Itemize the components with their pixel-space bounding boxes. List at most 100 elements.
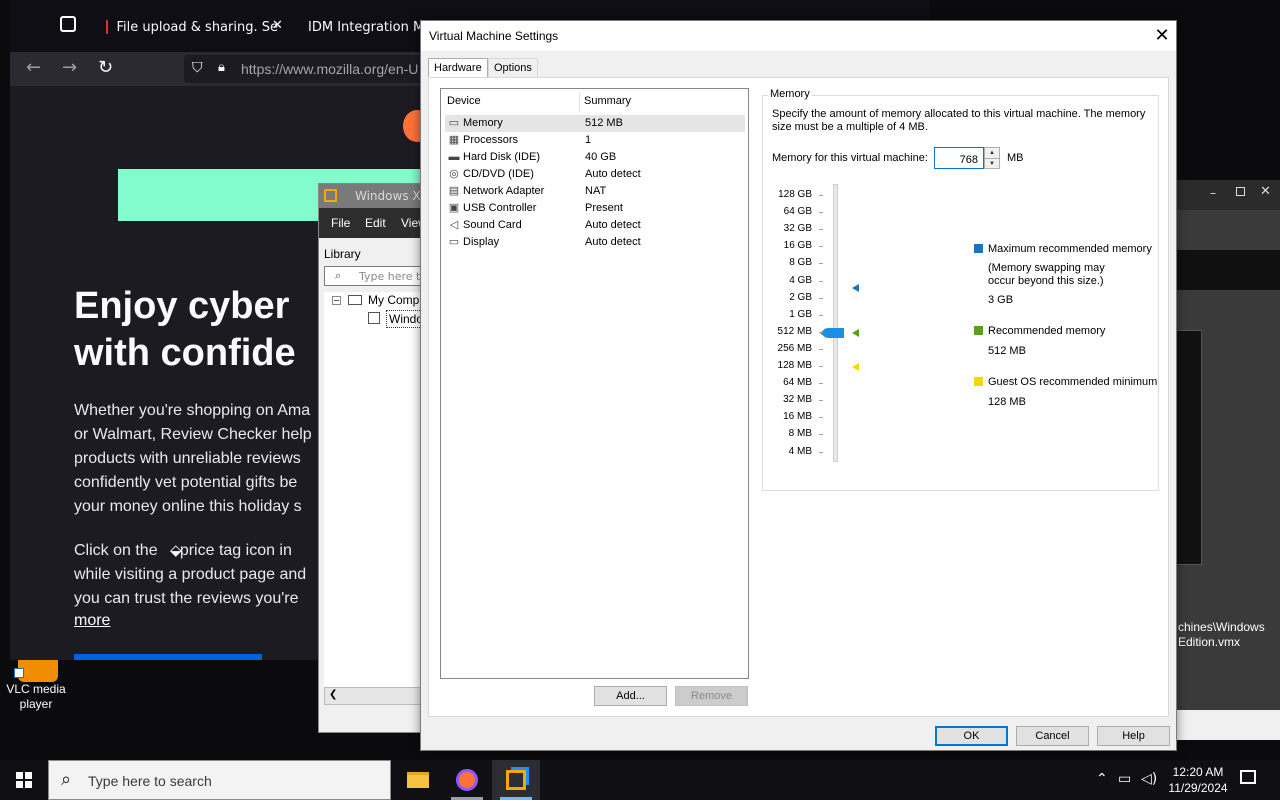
memory-scale-label: 8 GB (789, 257, 812, 269)
max-recommended-marker-icon (852, 284, 859, 292)
memory-scale-tick (819, 348, 823, 350)
vlc-icon[interactable] (18, 660, 58, 682)
processor-icon: ▦ (448, 134, 460, 146)
spin-down-icon[interactable]: ▼ (985, 158, 999, 168)
spin-up-icon[interactable]: ▲ (985, 148, 999, 158)
taskbar-search-box[interactable]: ⌕ Type here to search (48, 760, 391, 800)
menu-edit[interactable]: Edit (365, 216, 386, 230)
help-button[interactable]: Help (1097, 726, 1170, 746)
memory-scale-tick (819, 400, 823, 402)
para-line: products with unreliable reviews (74, 450, 301, 467)
maximize-icon[interactable] (1236, 187, 1245, 196)
network-icon[interactable]: ▭ (1118, 771, 1131, 787)
clock-time: 12:20 AM (1172, 765, 1224, 779)
memory-scale-label: 128 MB (777, 360, 812, 371)
monitor-icon: ▭ (448, 236, 460, 248)
device-row[interactable]: ▭ Display Auto detect (445, 234, 745, 251)
forward-icon[interactable]: → (62, 57, 77, 78)
device-summary: Auto detect (585, 236, 641, 248)
horizontal-scrollbar[interactable]: ❮ (324, 687, 434, 705)
minimize-icon[interactable]: – (1210, 186, 1216, 200)
remove-device-button[interactable]: Remove (675, 686, 748, 706)
memory-slider-thumb[interactable] (825, 328, 844, 338)
device-row[interactable]: ▣ USB Controller Present (445, 200, 745, 217)
show-hidden-icons-icon[interactable]: ⌃ (1096, 771, 1108, 787)
speaker-icon: ◁ (449, 219, 459, 231)
device-row[interactable]: ◁ Sound Card Auto detect (445, 217, 745, 234)
tab-idm-integration[interactable]: IDM Integration M (300, 10, 420, 44)
clock[interactable]: 12:20 AM 11/29/2024 (1150, 764, 1246, 796)
memory-spinner[interactable]: ▲ ▼ (984, 147, 1000, 169)
lock-icon[interactable]: 🔒︎ (218, 60, 225, 75)
memory-field-label: Memory for this virtual machine: (772, 152, 928, 164)
vlc-label[interactable]: VLC media player (0, 682, 72, 712)
close-icon[interactable]: ✕ (1260, 184, 1271, 199)
page-heading: Enjoy cyber with confide (74, 285, 296, 374)
right-window-panel (1176, 250, 1280, 290)
recommended-marker-icon (852, 329, 859, 337)
device-name: Display (463, 236, 500, 248)
add-device-button[interactable]: Add... (594, 686, 667, 706)
price-tag-icon: ⬙ (170, 541, 182, 559)
vmware-workstation-window: Windows XP File Edit View Library ⌕ Type… (318, 183, 434, 733)
tab-file-upload[interactable]: File upload & sharing. Se (106, 10, 278, 44)
firefox-taskbar-icon[interactable] (443, 760, 491, 800)
notifications-icon[interactable] (1240, 770, 1256, 784)
memory-scale-tick (819, 212, 823, 214)
device-summary: Auto detect (585, 168, 641, 180)
memory-size-input[interactable] (934, 147, 984, 169)
memory-slider-track[interactable] (833, 184, 838, 462)
library-search-input[interactable]: ⌕ Type here to (324, 266, 434, 286)
memory-scale-tick (819, 195, 823, 196)
tab-overview-icon[interactable] (60, 16, 76, 32)
summary-column-header[interactable]: Summary (584, 95, 631, 107)
device-row[interactable]: ▭ Memory 512 MB (445, 115, 745, 132)
start-button[interactable] (0, 760, 48, 800)
guest-min-marker-icon (852, 363, 859, 371)
vmware-taskbar-icon[interactable] (492, 760, 540, 800)
vm-checkbox-icon[interactable] (368, 312, 380, 324)
vm-settings-dialog: Virtual Machine Settings ✕ Hardware Opti… (420, 20, 1177, 751)
max-recommended-note: (Memory swapping may occur beyond this s… (988, 262, 1105, 287)
search-placeholder: Type here to (359, 270, 428, 283)
guest-min-label: Guest OS recommended minimum (988, 376, 1158, 388)
memory-scale-tick (819, 263, 823, 265)
device-row[interactable]: ◎ CD/DVD (IDE) Auto detect (445, 166, 745, 183)
cancel-button[interactable]: Cancel (1016, 726, 1089, 746)
memory-description: Specify the amount of memory allocated t… (772, 108, 1146, 133)
back-icon[interactable]: ← (26, 57, 41, 78)
ok-button[interactable]: OK (935, 726, 1008, 746)
tab-hardware[interactable]: Hardware (428, 58, 488, 78)
memory-group-label: Memory (768, 88, 812, 100)
learn-more-link[interactable]: more (74, 612, 110, 630)
memory-scale-label: 64 GB (783, 206, 812, 218)
memory-scale-tick (819, 451, 823, 453)
cta-button[interactable] (74, 654, 262, 660)
right-background-window: – ✕ chines\Windows Edition.vmx (1176, 180, 1280, 740)
device-row[interactable]: ▦ Processors 1 (445, 132, 745, 149)
memory-scale-tick (819, 417, 823, 419)
guest-min-value: 128 MB (988, 396, 1026, 408)
device-summary: 512 MB (585, 117, 623, 129)
reload-icon[interactable]: ↻ (98, 57, 113, 78)
tab-options[interactable]: Options (488, 58, 538, 78)
dialog-titlebar: Virtual Machine Settings ✕ (421, 21, 1176, 51)
device-column-header[interactable]: Device (447, 95, 481, 107)
recommended-label: Recommended memory (988, 325, 1106, 337)
vmware-title: Windows XP (355, 189, 428, 203)
memory-scale-tick (819, 229, 823, 231)
column-divider (579, 91, 580, 113)
tree-collapse-icon[interactable]: − (332, 296, 341, 305)
scroll-left-icon[interactable]: ❮ (329, 689, 337, 700)
tab-close-icon[interactable]: ✕ (272, 18, 283, 33)
shield-icon[interactable]: ⛉ (192, 60, 203, 76)
device-row[interactable]: ▤ Network Adapter NAT (445, 183, 745, 200)
file-explorer-taskbar-icon[interactable] (394, 760, 442, 800)
close-icon[interactable]: ✕ (1152, 25, 1172, 45)
tree-item-my-computer[interactable]: My Comp (368, 293, 419, 307)
memory-scale-tick (819, 280, 823, 282)
device-row[interactable]: ▬ Hard Disk (IDE) 40 GB (445, 149, 745, 166)
memory-scale-label: 128 GB (778, 189, 812, 200)
device-name: USB Controller (463, 202, 537, 214)
menu-file[interactable]: File (331, 216, 350, 230)
